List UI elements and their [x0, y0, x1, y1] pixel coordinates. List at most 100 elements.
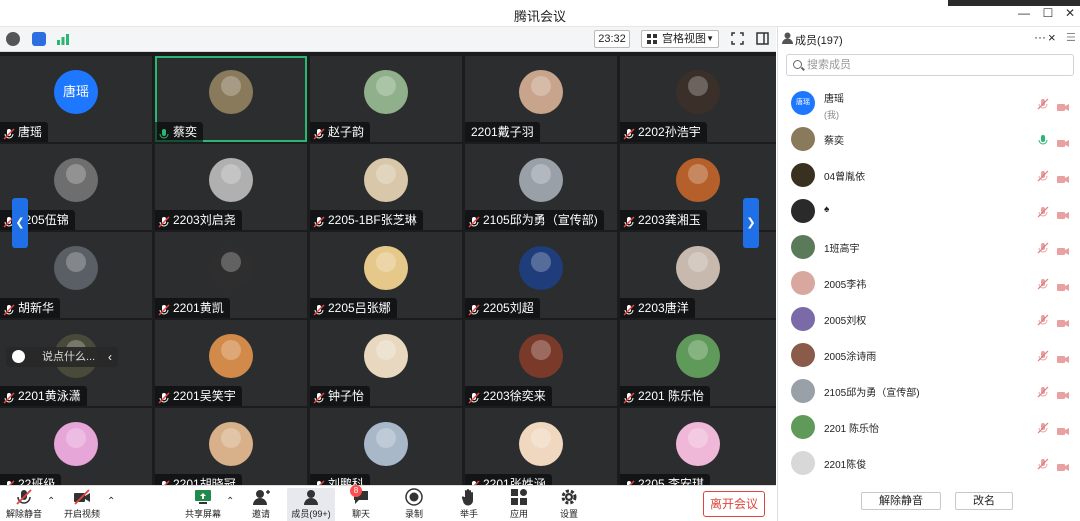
member-avatar	[791, 415, 815, 439]
video-tile[interactable]: 22班级	[0, 408, 152, 485]
video-tile[interactable]: 2203徐奕来	[465, 320, 617, 406]
next-page-button[interactable]: ❯	[743, 198, 759, 248]
mic-muted-icon[interactable]	[1037, 349, 1049, 362]
video-tile[interactable]: 蔡奕	[155, 56, 307, 142]
raise-hand-button[interactable]: 举手	[445, 488, 493, 521]
chevron-left-icon[interactable]: ‹	[108, 347, 112, 367]
camera-off-icon[interactable]	[1057, 459, 1069, 471]
camera-off-icon[interactable]	[1057, 315, 1069, 327]
chat-popup[interactable]: 说点什么... ‹	[6, 347, 118, 367]
mic-muted-icon[interactable]	[1037, 421, 1049, 434]
fullscreen-icon[interactable]	[731, 32, 744, 45]
share-screen-label: 共享屏幕	[184, 509, 221, 519]
member-row[interactable]: ♠	[778, 193, 1080, 229]
view-mode-select[interactable]: 宫格视图 ▼	[641, 30, 719, 48]
rename-button[interactable]: 改名	[955, 492, 1013, 510]
member-row[interactable]: 唐瑶 唐瑶 (我)	[778, 85, 1080, 121]
chevron-up-icon[interactable]: ⌃	[47, 496, 55, 507]
video-tile[interactable]: 2201戴子羽	[465, 56, 617, 142]
camera-off-icon[interactable]	[1057, 171, 1069, 183]
maximize-icon[interactable]: ☐	[1040, 6, 1056, 20]
member-row[interactable]: 2005涂诗雨	[778, 337, 1080, 373]
camera-off-icon[interactable]	[1057, 279, 1069, 291]
video-tile[interactable]: 2202孙浩宇	[620, 56, 776, 142]
prev-page-button[interactable]: ❮	[12, 198, 28, 248]
mic-muted-icon[interactable]	[1037, 277, 1049, 290]
mic-muted-icon[interactable]	[1037, 97, 1049, 110]
emoji-icon[interactable]	[12, 350, 25, 363]
member-row[interactable]: 2005刘权	[778, 301, 1080, 337]
member-search-input[interactable]: 搜索成员	[786, 54, 1074, 76]
settings-button[interactable]: 设置	[545, 488, 593, 521]
video-tile[interactable]: 2205 李安琪	[620, 408, 776, 485]
more-options-icon[interactable]: ···	[1034, 30, 1046, 44]
participant-name: 2201吴笑宇	[173, 389, 236, 403]
mic-muted-icon[interactable]	[1037, 205, 1049, 218]
member-row[interactable]: 04曾胤依	[778, 157, 1080, 193]
video-tile[interactable]: 2203刘启尧	[155, 144, 307, 230]
members-button[interactable]: 成员(99+)	[287, 488, 335, 521]
hand-icon	[460, 488, 478, 506]
invite-button[interactable]: 邀请	[237, 488, 285, 521]
camera-off-icon[interactable]	[1057, 207, 1069, 219]
member-row[interactable]: 2201陈俊	[778, 445, 1080, 481]
chevron-up-icon[interactable]: ⌃	[226, 496, 234, 507]
member-row[interactable]: 2201 陈乐怡	[778, 409, 1080, 445]
video-tile[interactable]: 2105邱为勇（宣传部)	[465, 144, 617, 230]
video-tile[interactable]: 2205刘超	[465, 232, 617, 318]
mic-muted-icon	[623, 302, 635, 316]
close-panel-icon[interactable]: ×	[1048, 30, 1056, 45]
mic-muted-icon[interactable]	[1037, 457, 1049, 470]
unmute-all-button[interactable]: 解除静音	[861, 492, 941, 510]
mic-active-icon[interactable]	[1037, 133, 1049, 145]
participant-namebar: 胡新华	[0, 298, 61, 318]
video-tile[interactable]: 2201 陈乐怡	[620, 320, 776, 406]
camera-off-icon[interactable]	[1057, 387, 1069, 399]
minimize-icon[interactable]: —	[1016, 6, 1032, 20]
chevron-up-icon[interactable]: ⌃	[107, 496, 115, 507]
mic-muted-icon[interactable]	[1037, 169, 1049, 182]
video-tile[interactable]: 2201吴笑宇	[155, 320, 307, 406]
camera-off-icon[interactable]	[1057, 351, 1069, 363]
video-tile[interactable]: 钟子怡	[310, 320, 462, 406]
member-row[interactable]: 1班高宇	[778, 229, 1080, 265]
camera-off-icon[interactable]	[1057, 243, 1069, 255]
shield-icon[interactable]	[32, 32, 46, 46]
member-row[interactable]: 2005李祎	[778, 265, 1080, 301]
start-video-button[interactable]: 开启视频	[58, 488, 106, 521]
close-window-icon[interactable]: ✕	[1062, 6, 1078, 20]
video-tile[interactable]: 刘鹏科	[310, 408, 462, 485]
camera-off-icon[interactable]	[1057, 423, 1069, 435]
record-button[interactable]: 录制	[390, 488, 438, 521]
video-tile[interactable]: 2201黄凯	[155, 232, 307, 318]
mic-muted-icon[interactable]	[1037, 241, 1049, 254]
video-tile[interactable]: 唐瑶 唐瑶	[0, 56, 152, 142]
participant-name: 2203徐奕来	[483, 389, 546, 403]
signal-icon[interactable]	[56, 32, 70, 46]
member-row[interactable]: 蔡奕	[778, 121, 1080, 157]
share-screen-button[interactable]: 共享屏幕	[179, 488, 227, 521]
mic-muted-icon[interactable]	[1037, 385, 1049, 398]
member-self-tag: (我)	[824, 110, 839, 120]
video-tile[interactable]: 赵子韵	[310, 56, 462, 142]
members-panel-header: 成员(197) ··· × ☰	[778, 27, 1080, 51]
video-tile[interactable]: 2205吕张娜	[310, 232, 462, 318]
video-tile[interactable]: 2205-1BF张芝琳	[310, 144, 462, 230]
unmute-button[interactable]: 解除静音	[0, 488, 48, 521]
mic-muted-icon[interactable]	[1037, 313, 1049, 326]
info-icon[interactable]	[6, 32, 20, 46]
camera-off-icon[interactable]	[1057, 99, 1069, 111]
member-row[interactable]: 2105邱为勇（宣传部)	[778, 373, 1080, 409]
participant-namebar: 2205 李安琪	[620, 474, 711, 485]
menu-icon[interactable]: ☰	[1066, 31, 1076, 44]
participant-name: 2205刘超	[483, 301, 534, 315]
video-tile[interactable]: 2201张姓涵	[465, 408, 617, 485]
leave-meeting-button[interactable]: 离开会议	[703, 491, 765, 517]
member-name: 2201陈俊	[824, 460, 867, 471]
participant-namebar: 2201胡晓冠	[155, 474, 242, 485]
camera-off-icon[interactable]	[1057, 135, 1069, 147]
video-tile[interactable]: 2201胡晓冠	[155, 408, 307, 485]
apps-button[interactable]: 应用	[495, 488, 543, 521]
chat-button[interactable]: 8 聊天	[337, 485, 385, 521]
sidebar-toggle-icon[interactable]	[756, 32, 769, 45]
